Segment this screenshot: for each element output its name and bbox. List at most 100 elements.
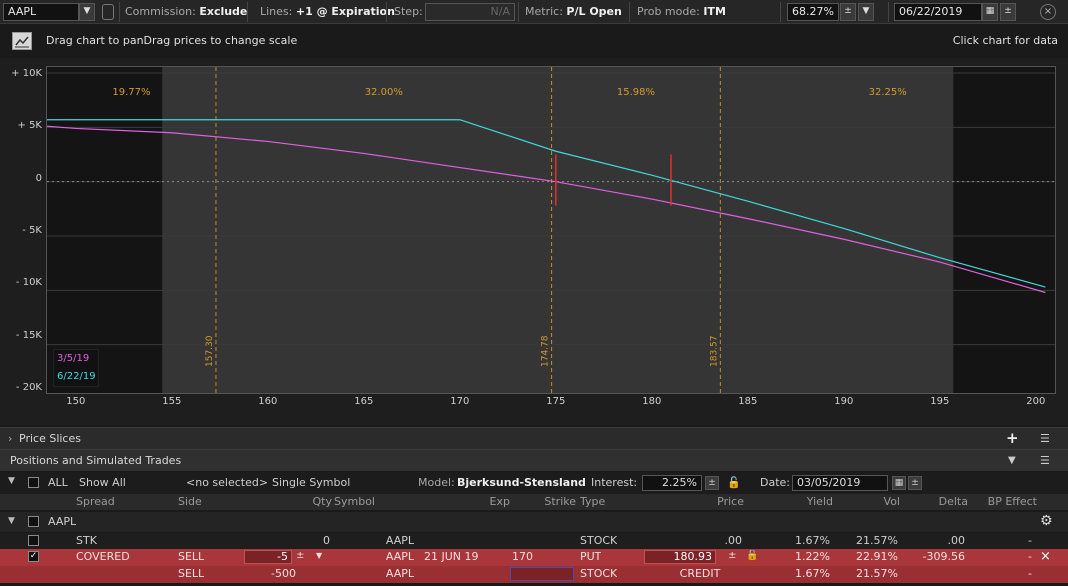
- strike-field[interactable]: [510, 567, 574, 581]
- x-tick-label: 195: [930, 396, 950, 407]
- boundary-value-label: 157.30: [205, 335, 215, 367]
- row-checkbox-checked[interactable]: ✓: [28, 551, 39, 562]
- price-field[interactable]: 180.93: [644, 550, 716, 564]
- col-header-strike[interactable]: Strike: [530, 495, 576, 508]
- row-checkbox[interactable]: [28, 535, 39, 546]
- chart-frame[interactable]: 157.30 174.78 183.57 19.77% 32.00% 15.98% 32.2…: [46, 66, 1056, 400]
- credit-selector[interactable]: CREDIT: [660, 567, 740, 580]
- single-symbol-dropdown[interactable]: Single Symbol: [272, 476, 350, 489]
- y-tick-label: - 10K: [15, 277, 42, 288]
- cell-price: .00: [724, 534, 743, 547]
- metric-selector[interactable]: Metric: P/L Open: [525, 4, 622, 20]
- col-header-vol[interactable]: Vol: [850, 495, 900, 508]
- interest-spinner-icon[interactable]: ±: [705, 476, 719, 490]
- group-row[interactable]: ▼ AAPL ⚙: [0, 512, 1068, 532]
- chevron-right-icon[interactable]: ›: [8, 428, 12, 449]
- date-field[interactable]: 06/22/2019: [894, 3, 982, 21]
- price-slices-bar[interactable]: › Price Slices + ☰: [0, 427, 1068, 449]
- col-header-yield[interactable]: Yield: [780, 495, 833, 508]
- col-header-exp[interactable]: Exp: [466, 495, 510, 508]
- expand-all-icon[interactable]: ▼: [8, 476, 15, 486]
- cell-vol: 21.57%: [856, 567, 898, 580]
- prob-dropdown-button[interactable]: ▼: [858, 3, 874, 21]
- qty-field[interactable]: -5: [244, 550, 292, 564]
- price-slices-label: Price Slices: [19, 432, 81, 445]
- clear-icon[interactable]: ×: [1040, 4, 1056, 20]
- boundary-value-label: 183.57: [709, 336, 719, 368]
- link-icon[interactable]: [102, 4, 114, 20]
- cell-side[interactable]: SELL: [178, 567, 204, 580]
- lock-icon[interactable]: 🔓: [727, 476, 741, 489]
- symbol-dropdown-button[interactable]: ▼: [79, 3, 95, 21]
- interest-label: Interest:: [591, 476, 638, 489]
- chart-settings-icon[interactable]: [12, 32, 32, 50]
- cell-qty[interactable]: 0: [290, 534, 330, 547]
- calendar-icon[interactable]: ▦: [982, 3, 998, 21]
- table-row-selected[interactable]: ✓ COVERED SELL -5 ± ▼ AAPL 21 JUN 19 170…: [0, 549, 1068, 566]
- cell-qty[interactable]: -500: [250, 567, 296, 580]
- step-field[interactable]: N/A: [425, 3, 515, 21]
- date-spinner-icon[interactable]: ±: [1000, 3, 1016, 21]
- separator: [629, 2, 630, 22]
- x-tick-label: 175: [546, 396, 566, 407]
- zone-probability-label: 15.98%: [617, 87, 655, 98]
- prob-mode-selector[interactable]: Prob mode: ITM: [637, 4, 726, 20]
- step-label: Step:: [394, 5, 423, 18]
- menu-icon[interactable]: ☰: [1040, 428, 1050, 449]
- cell-exp[interactable]: 21 JUN 19: [424, 550, 479, 563]
- qty-dropdown-icon[interactable]: ▼: [316, 551, 322, 560]
- cell-type[interactable]: PUT: [580, 550, 601, 563]
- cell-side[interactable]: SELL: [178, 550, 204, 563]
- col-header-bp-effect[interactable]: BP Effect: [985, 495, 1037, 508]
- menu-icon[interactable]: ☰: [1040, 450, 1050, 471]
- model-dropdown[interactable]: Bjerksund-Stensland: [457, 476, 586, 489]
- col-header-symbol[interactable]: Symbol: [334, 495, 375, 508]
- collapse-icon[interactable]: ▼: [1008, 450, 1016, 471]
- interest-field[interactable]: 2.25%: [642, 475, 702, 491]
- x-tick-label: 185: [738, 396, 758, 407]
- model-label: Model:: [418, 476, 455, 489]
- x-tick-label: 160: [258, 396, 278, 407]
- col-header-price[interactable]: Price: [700, 495, 744, 508]
- x-tick-label: 170: [450, 396, 470, 407]
- positions-title: Positions and Simulated Trades: [10, 454, 182, 467]
- cell-spread[interactable]: COVERED: [76, 550, 130, 563]
- symbol-field[interactable]: AAPL: [3, 3, 79, 21]
- cell-strike[interactable]: 170: [512, 550, 533, 563]
- lines-selector[interactable]: Lines: +1 @ Expiration: [260, 4, 395, 20]
- show-all-dropdown[interactable]: Show All: [79, 476, 126, 489]
- qty-spinner-icon[interactable]: ±: [296, 550, 304, 561]
- add-icon[interactable]: +: [1006, 428, 1019, 449]
- price-spinner-icon[interactable]: ±: [728, 550, 736, 561]
- col-header-side[interactable]: Side: [178, 495, 202, 508]
- calendar-icon[interactable]: ▦: [892, 476, 906, 490]
- separator: [247, 2, 248, 22]
- date-spinner-icon[interactable]: ±: [908, 476, 922, 490]
- col-header-type[interactable]: Type: [580, 495, 605, 508]
- table-row-leg[interactable]: SELL -500 AAPL STOCK CREDIT 1.67% 21.57%…: [0, 566, 1068, 583]
- collapse-group-icon[interactable]: ▼: [8, 516, 15, 526]
- remove-row-icon[interactable]: ×: [1040, 549, 1051, 564]
- pl-chart[interactable]: 157.30 174.78 183.57 19.77% 32.00% 15.98% 32.2…: [46, 67, 1055, 400]
- lock-icon[interactable]: 🔓: [746, 550, 758, 561]
- commission-selector[interactable]: Commission: Exclude: [125, 4, 247, 20]
- selection-dropdown[interactable]: <no selected>: [186, 476, 268, 489]
- col-header-delta[interactable]: Delta: [920, 495, 968, 508]
- positions-date-field[interactable]: 03/05/2019: [792, 475, 888, 491]
- positions-header[interactable]: Positions and Simulated Trades ▼ ☰: [0, 449, 1068, 471]
- col-header-qty[interactable]: Qty: [290, 495, 332, 508]
- y-tick-label: - 15K: [15, 330, 42, 341]
- group-checkbox[interactable]: [28, 516, 39, 527]
- cell-bp-effect: -: [1028, 550, 1032, 563]
- prob-spinner-icon[interactable]: ±: [840, 3, 856, 21]
- col-header-spread[interactable]: Spread: [76, 495, 115, 508]
- select-all-checkbox[interactable]: [28, 477, 39, 488]
- x-tick-label: 180: [642, 396, 662, 407]
- gear-icon[interactable]: ⚙: [1040, 513, 1053, 529]
- cell-spread: STK: [76, 534, 97, 547]
- legend-series-1: 3/5/19: [57, 353, 90, 364]
- table-row[interactable]: STK 0 AAPL STOCK .00 1.67% 21.57% .00 -: [0, 533, 1068, 549]
- cell-symbol: AAPL: [385, 567, 414, 580]
- positions-column-headers: Spread Side Qty Symbol Exp Strike Type P…: [0, 494, 1068, 510]
- prob-percent-field[interactable]: 68.27%: [787, 3, 839, 21]
